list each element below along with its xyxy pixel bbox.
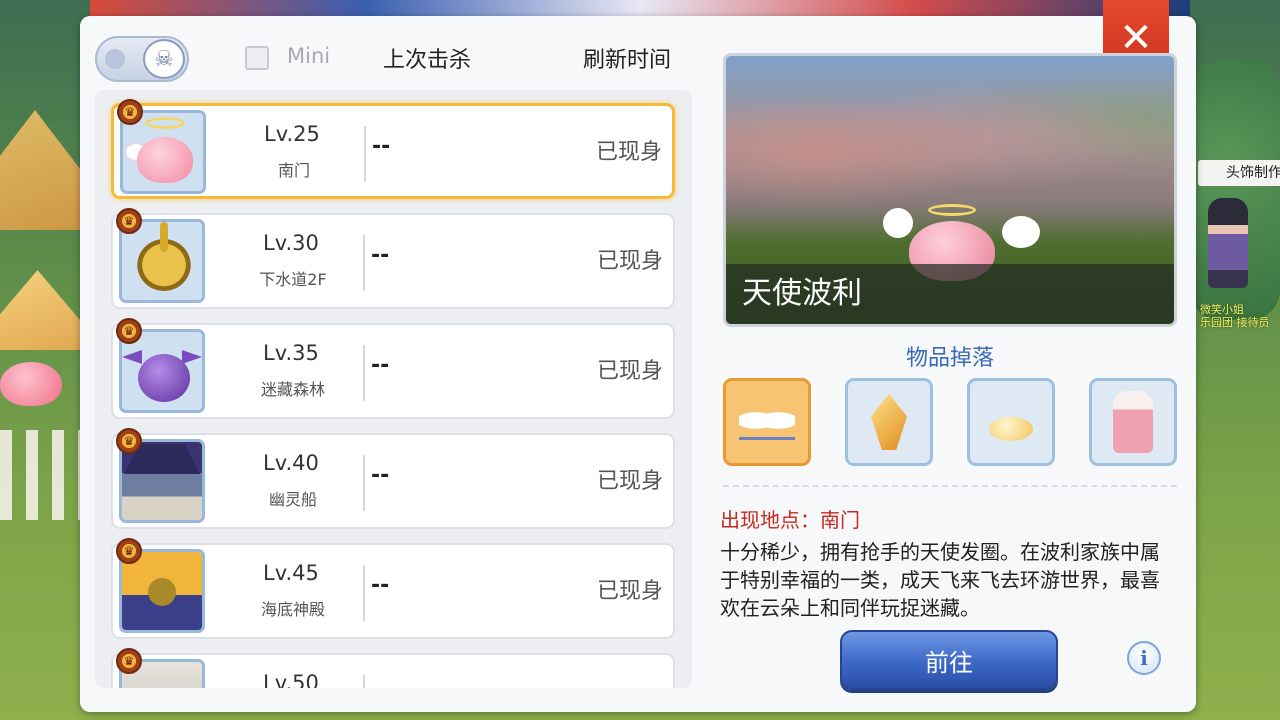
mvp-badge-icon: ♛ [116, 428, 142, 454]
yellow-crystal-icon [861, 394, 917, 450]
mini-checkbox[interactable] [245, 46, 269, 70]
monster-level: Lv.30 [263, 231, 319, 255]
last-kill-value: -- [371, 243, 390, 268]
mini-label: Mini [287, 44, 331, 68]
monster-list[interactable]: ♛ Lv.25 南门 -- 已现身 ♛ Lv.30 下水道2F -- 已现身 ♛… [95, 90, 692, 688]
npc-title-line1: 微笑小姐 [1200, 303, 1244, 316]
monster-level: Lv.40 [263, 451, 319, 475]
row-divider [363, 345, 365, 401]
pink-costume-icon [1105, 391, 1161, 453]
monster-name: 天使波利 [726, 264, 1174, 324]
spawn-status: 已现身 [596, 359, 663, 384]
mvp-badge-icon: ♛ [116, 648, 142, 674]
monster-location: 海底神殿 [260, 600, 325, 619]
row-divider [363, 235, 365, 291]
background-poring [0, 362, 62, 406]
tent-left-lower [0, 270, 85, 350]
spawn-location: 出现地点：南门 [720, 508, 860, 532]
mvp-badge-icon: ♛ [116, 318, 142, 344]
mvp-badge-icon: ♛ [116, 208, 142, 234]
last-kill-value: -- [372, 134, 391, 159]
preview-background [726, 56, 1174, 217]
spawn-status: 已现身 [596, 249, 663, 274]
drop-item-4[interactable] [1089, 378, 1177, 466]
monster-level: Lv.45 [263, 561, 319, 585]
npc-name-label[interactable]: 头饰制作 [1198, 160, 1280, 186]
monster-description: 十分稀少，拥有抢手的天使发圈。在波利家族中属于特别幸福的一类，成天飞来飞去环游世… [720, 540, 1160, 620]
monster-location: 幽灵船 [268, 490, 317, 509]
row-divider [363, 675, 365, 688]
tent-left [0, 110, 90, 230]
skull-icon: ☠ [143, 39, 185, 79]
row-divider [364, 126, 366, 182]
monster-row-angel-poring[interactable]: ♛ Lv.25 南门 -- 已现身 [111, 99, 675, 199]
dashed-separator [723, 485, 1177, 487]
monster-location: 下水道2F [259, 270, 327, 289]
npc-title: 微笑小姐 乐园团 接待员 [1200, 303, 1270, 329]
drop-item-3[interactable] [967, 378, 1055, 466]
drops-title: 物品掉落 [905, 346, 994, 371]
last-kill-value: -- [371, 573, 390, 598]
row-divider [363, 455, 365, 511]
monster-row-undersea-temple[interactable]: ♛ Lv.45 海底神殿 -- 已现身 [111, 538, 675, 639]
npc-character[interactable] [1208, 198, 1248, 288]
last-kill-value: -- [371, 463, 390, 488]
angel-wing-right [1002, 216, 1040, 248]
go-button[interactable]: 前往 [840, 630, 1058, 690]
last-kill-value: -- [371, 353, 390, 378]
drop-item-2[interactable] [845, 378, 933, 466]
monster-level: Lv.25 [264, 122, 320, 146]
monster-location: 南门 [277, 161, 310, 180]
row-divider [363, 565, 365, 621]
toggle-knob [105, 49, 125, 69]
spawn-status: 已现身 [595, 140, 662, 165]
angel-wing-left [883, 208, 913, 238]
monster-preview: 天使波利 [723, 53, 1177, 327]
monster-row-deviruchi[interactable]: ♛ Lv.35 迷藏森林 -- 已现身 [111, 318, 675, 419]
halo [928, 204, 976, 216]
drop-item-1[interactable] [723, 378, 811, 466]
mvp-badge-icon: ♛ [116, 538, 142, 564]
spawn-status: 已现身 [596, 579, 663, 604]
angel-wings-headgear-icon [739, 394, 795, 450]
monster-row-lv50[interactable]: ♛ Lv.50 [111, 648, 675, 688]
info-icon[interactable]: i [1127, 641, 1161, 675]
monster-level: Lv.50 [263, 671, 319, 688]
refresh-time-header: 刷新时间 [583, 48, 672, 73]
jellopy-icon [983, 394, 1039, 450]
monster-row-ghost-ship[interactable]: ♛ Lv.40 幽灵船 -- 已现身 [111, 428, 675, 529]
white-fence [0, 430, 80, 520]
monster-row-golden-beetle[interactable]: ♛ Lv.30 下水道2F -- 已现身 [111, 208, 675, 309]
mvp-mode-toggle[interactable]: ☠ [95, 36, 189, 82]
monster-location: 迷藏森林 [260, 380, 325, 399]
last-kill-header: 上次击杀 [383, 48, 472, 73]
mvp-badge-icon: ♛ [117, 99, 143, 125]
monster-level: Lv.35 [263, 341, 319, 365]
spawn-status: 已现身 [596, 469, 663, 494]
npc-title-line2: 乐园团 接待员 [1200, 316, 1270, 329]
